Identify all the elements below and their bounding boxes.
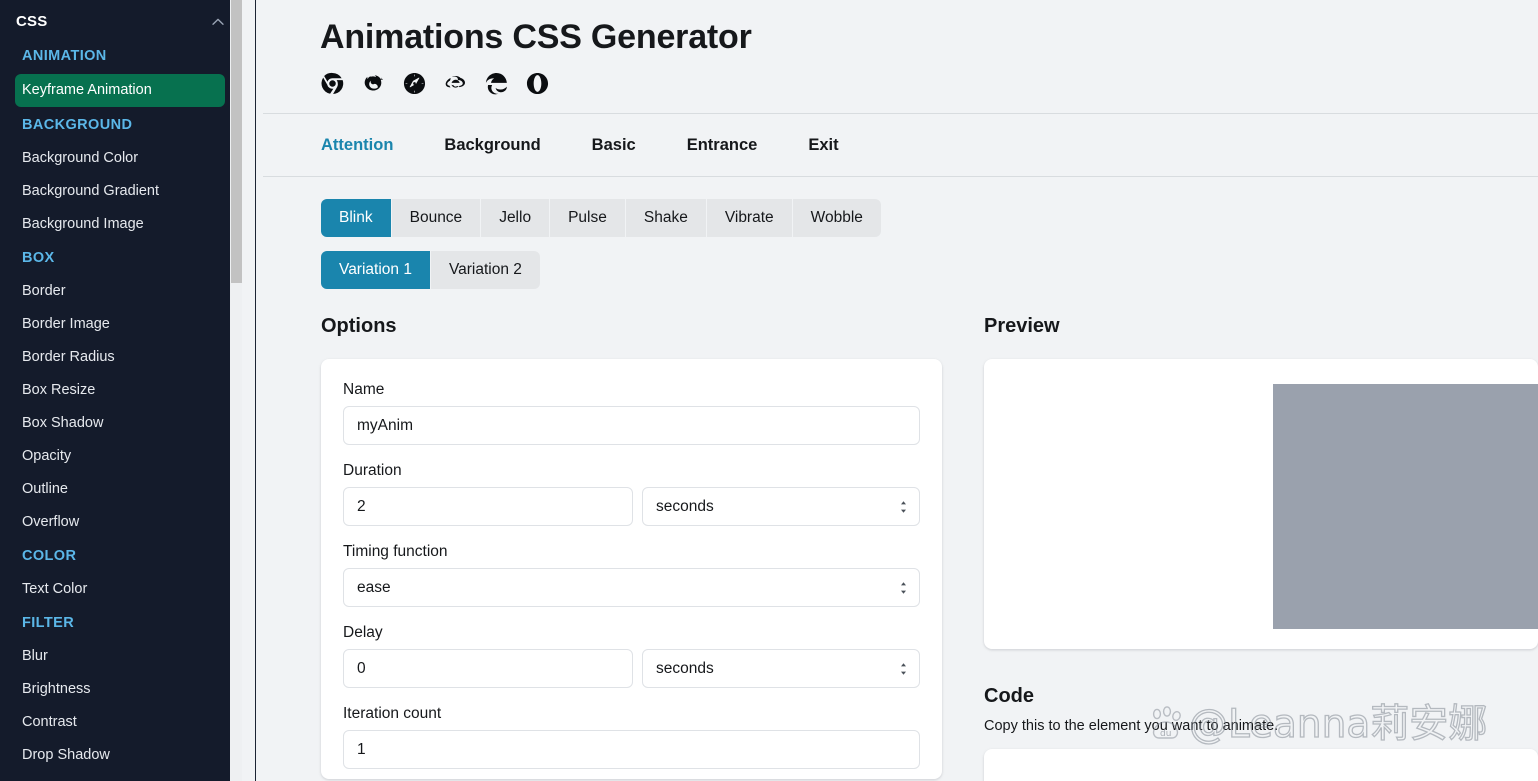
options-card: Name myAnim Duration 2 seconds Timing fu…: [321, 359, 942, 779]
code-title: Code: [984, 685, 1034, 707]
preview-animation-box: [1273, 384, 1538, 629]
sidebar-item-background-image[interactable]: Background Image: [0, 208, 242, 241]
animation-button-pulse[interactable]: Pulse: [550, 199, 626, 237]
preview-title: Preview: [984, 315, 1060, 337]
sidebar-item-drop-shadow[interactable]: Drop Shadow: [0, 739, 242, 772]
sidebar-item-border-image[interactable]: Border Image: [0, 308, 242, 341]
field-name-label: Name: [343, 381, 385, 398]
variation-button-row: Variation 1 Variation 2: [263, 237, 1538, 289]
chrome-icon: [321, 72, 344, 95]
tab-background[interactable]: Background: [444, 113, 569, 177]
content-divider: [255, 0, 256, 781]
field-duration-label: Duration: [343, 462, 402, 479]
opera-icon: [526, 72, 549, 95]
delay-row: 0 seconds: [343, 649, 920, 688]
field-delay: Delay 0 seconds: [343, 624, 920, 688]
sidebar-item-overflow[interactable]: Overflow: [0, 506, 242, 539]
sidebar-scrollbar[interactable]: [229, 0, 242, 781]
preview-column: Preview Code Copy this to the element yo…: [942, 315, 1538, 781]
sidebar-item-outline[interactable]: Outline: [0, 473, 242, 506]
ie-icon: [444, 72, 467, 95]
sidebar-group-color: COLOR: [22, 548, 77, 564]
tab-exit[interactable]: Exit: [808, 113, 867, 177]
variation-button-1[interactable]: Variation 1: [321, 251, 431, 289]
iteration-count-input[interactable]: 1: [343, 730, 920, 769]
tab-entrance[interactable]: Entrance: [687, 113, 787, 177]
duration-unit-select[interactable]: seconds: [642, 487, 920, 526]
delay-unit-value: seconds: [656, 659, 714, 677]
sidebar-group-background: BACKGROUND: [22, 117, 133, 133]
sidebar-item-background-color[interactable]: Background Color: [0, 142, 242, 175]
code-output-card[interactable]: [984, 749, 1538, 781]
animation-button-blink[interactable]: Blink: [321, 199, 392, 237]
field-timing-function: Timing function ease: [343, 543, 920, 607]
variation-button-2[interactable]: Variation 2: [430, 251, 540, 289]
timing-function-select[interactable]: ease: [343, 568, 920, 607]
main-content: Animations CSS Generator Attention Backg…: [242, 0, 1538, 781]
duration-input[interactable]: 2: [343, 487, 633, 526]
animation-button-bounce[interactable]: Bounce: [391, 199, 482, 237]
sidebar-item-blur[interactable]: Blur: [0, 640, 242, 673]
field-delay-label: Delay: [343, 624, 383, 641]
sidebar: CSS ANIMATION Keyframe Animation BACKGRO…: [0, 0, 242, 781]
app-root: CSS ANIMATION Keyframe Animation BACKGRO…: [0, 0, 1538, 781]
sidebar-item-box-shadow[interactable]: Box Shadow: [0, 407, 242, 440]
sidebar-item-border[interactable]: Border: [0, 275, 242, 308]
sidebar-item-border-radius[interactable]: Border Radius: [0, 341, 242, 374]
sidebar-header[interactable]: CSS: [0, 0, 242, 39]
field-iteration-label: Iteration count: [343, 705, 442, 722]
sidebar-nav: ANIMATION Keyframe Animation BACKGROUND …: [0, 39, 242, 781]
field-duration: Duration 2 seconds: [343, 462, 920, 526]
options-title: Options: [321, 315, 397, 337]
animation-button-group: Blink Bounce Jello Pulse Shake Vibrate W…: [321, 199, 881, 237]
variation-button-group: Variation 1 Variation 2: [321, 251, 540, 289]
chevron-updown-icon: [899, 499, 908, 515]
safari-icon: [403, 72, 426, 95]
page-title: Animations CSS Generator: [320, 18, 752, 56]
chevron-up-icon[interactable]: [210, 14, 226, 30]
browser-support-icons: [263, 60, 1538, 100]
animation-button-vibrate[interactable]: Vibrate: [706, 199, 793, 237]
sidebar-scrollbar-thumb[interactable]: [231, 0, 242, 283]
field-name: Name myAnim: [343, 381, 920, 445]
tab-basic[interactable]: Basic: [592, 113, 665, 177]
animation-button-jello[interactable]: Jello: [481, 199, 551, 237]
content-columns: Options Name myAnim Duration 2 seconds T…: [263, 315, 1538, 781]
firefox-icon: [362, 72, 385, 95]
duration-row: 2 seconds: [343, 487, 920, 526]
field-iteration-count: Iteration count 1: [343, 705, 920, 769]
delay-input[interactable]: 0: [343, 649, 633, 688]
sidebar-title: CSS: [16, 13, 48, 30]
preview-card: [984, 359, 1538, 649]
sidebar-group-animation: ANIMATION: [22, 48, 107, 64]
options-column: Options Name myAnim Duration 2 seconds T…: [321, 315, 942, 781]
sidebar-item-keyframe-animation[interactable]: Keyframe Animation: [15, 74, 225, 107]
name-input[interactable]: myAnim: [343, 406, 920, 445]
timing-function-value: ease: [357, 578, 391, 596]
tab-attention[interactable]: Attention: [321, 113, 422, 177]
animation-button-row: Blink Bounce Jello Pulse Shake Vibrate W…: [263, 177, 1538, 237]
sidebar-item-brightness[interactable]: Brightness: [0, 673, 242, 706]
code-subtitle: Copy this to the element you want to ani…: [984, 718, 1279, 734]
sidebar-item-text-color[interactable]: Text Color: [0, 573, 242, 606]
sidebar-group-box: BOX: [22, 250, 55, 266]
chevron-updown-icon: [899, 580, 908, 596]
edge-icon: [485, 72, 508, 95]
chevron-updown-icon: [899, 661, 908, 677]
animation-button-wobble[interactable]: Wobble: [792, 199, 881, 237]
sidebar-item-box-resize[interactable]: Box Resize: [0, 374, 242, 407]
sidebar-group-filter: FILTER: [22, 615, 75, 631]
sidebar-item-opacity[interactable]: Opacity: [0, 440, 242, 473]
category-tabs: Attention Background Basic Entrance Exit: [263, 113, 1538, 177]
animation-button-shake[interactable]: Shake: [625, 199, 707, 237]
duration-unit-value: seconds: [656, 497, 714, 515]
delay-unit-select[interactable]: seconds: [642, 649, 920, 688]
sidebar-item-contrast[interactable]: Contrast: [0, 706, 242, 739]
sidebar-item-grayscale[interactable]: Grayscale: [0, 772, 242, 781]
sidebar-item-background-gradient[interactable]: Background Gradient: [0, 175, 242, 208]
field-timing-label: Timing function: [343, 543, 448, 560]
